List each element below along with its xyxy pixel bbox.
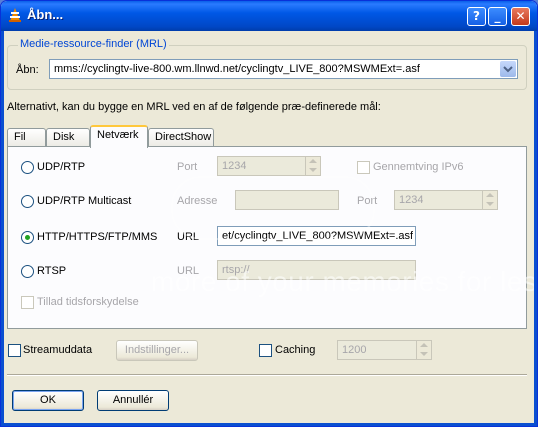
udp-port-value: 1234 (222, 160, 247, 172)
caching-value: 1200 (342, 344, 367, 356)
tab-disc[interactable]: Disk (46, 128, 90, 146)
multicast-port-input[interactable]: 1234 (394, 190, 498, 210)
open-label: Åbn: (16, 64, 39, 76)
multicast-port-value: 1234 (399, 194, 424, 206)
udp-port-label: Port (177, 161, 198, 173)
watermark-text: more of your memories for less! (151, 266, 538, 297)
settings-button[interactable]: Indstillinger... (116, 340, 198, 361)
http-label: HTTP/HTTPS/FTP/MMS (37, 231, 158, 243)
window-frame-bottom (1, 423, 537, 426)
close-button[interactable]: ✕ (511, 7, 530, 26)
dropdown-button[interactable] (500, 61, 516, 77)
title-bar[interactable]: Åbn... ? _ ✕ (1, 1, 537, 31)
stream-output-label: Streamuddata (23, 344, 93, 356)
timeshift-label: Tillad tidsforskydelse (37, 296, 139, 308)
chevron-down-icon (503, 66, 513, 73)
window-title: Åbn... (27, 7, 64, 22)
tab-network[interactable]: Netværk (90, 125, 148, 148)
udp-multicast-radio[interactable] (21, 195, 34, 208)
rtsp-label: RTSP (37, 265, 67, 277)
watermark-logo (171, 176, 375, 240)
udp-port-spinner[interactable] (305, 157, 320, 175)
vlc-cone-icon (9, 8, 21, 22)
tab-directshow[interactable]: DirectShow (148, 128, 214, 146)
caching-input[interactable]: 1200 (337, 340, 432, 360)
stream-output-checkbox[interactable] (8, 344, 21, 357)
alternative-hint: Alternativt, kan du bygge en MRL ved en … (7, 101, 381, 113)
ok-button[interactable]: OK (12, 390, 84, 411)
rtsp-radio[interactable] (21, 265, 34, 278)
open-dialog: Åbn... ? _ ✕ Medie-ressource-finder (MRL… (0, 0, 538, 427)
timeshift-checkbox[interactable] (21, 296, 34, 309)
caching-label: Caching (275, 344, 316, 356)
tab-file[interactable]: Fil (7, 128, 46, 146)
udp-rtp-label: UDP/RTP (37, 161, 86, 173)
mrl-value: mms://cyclingtv-live-800.wm.llnwd.net/cy… (54, 63, 420, 75)
udp-rtp-radio[interactable] (21, 161, 34, 174)
window-frame-right (534, 31, 537, 426)
separator (7, 374, 527, 376)
mrl-group-label: Medie-ressource-finder (MRL) (18, 38, 169, 50)
caching-checkbox[interactable] (259, 344, 272, 357)
minimize-button[interactable]: _ (488, 7, 507, 26)
ipv6-label: Gennemtving IPv6 (373, 161, 464, 173)
udp-port-input[interactable]: 1234 (217, 156, 321, 176)
mrl-combo[interactable]: mms://cyclingtv-live-800.wm.llnwd.net/cy… (49, 59, 518, 79)
udp-multicast-label: UDP/RTP Multicast (37, 195, 132, 207)
ipv6-checkbox[interactable] (357, 161, 370, 174)
http-radio[interactable] (21, 231, 34, 244)
multicast-port-spinner[interactable] (482, 191, 497, 209)
window-frame-left (1, 31, 4, 426)
cancel-button[interactable]: Annullér (97, 390, 169, 411)
caching-spinner[interactable] (416, 341, 431, 359)
help-button[interactable]: ? (467, 7, 486, 26)
